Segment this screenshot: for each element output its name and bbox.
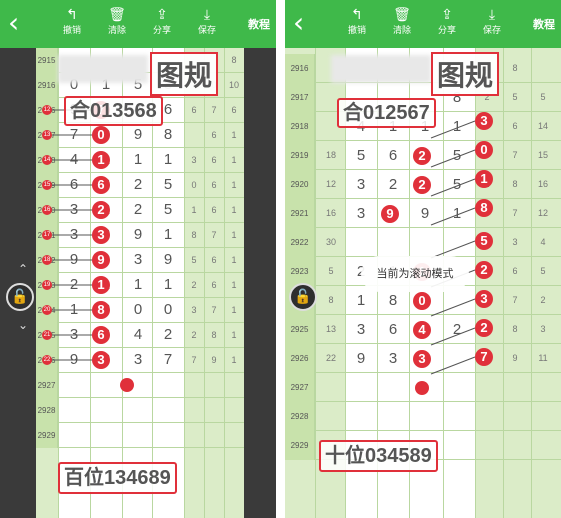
lock-icon[interactable]: 🔓 [6,283,34,311]
title-label: 图规 [150,52,219,96]
highlighted-digit[interactable]: 1 [475,170,493,188]
scroll-mode-toast: 当前为滚动模式 [361,256,469,292]
highlighted-digit[interactable]: 2 [475,319,493,337]
connector-line [430,120,476,139]
result-label: 百位134689 [58,462,177,494]
highlighted-digit[interactable]: 3 [475,112,493,130]
save-button[interactable]: ⤓ 保存 [190,6,224,42]
clear-button[interactable]: 🗑 清除 [100,6,134,42]
highlighted-digit[interactable]: 6 [92,176,110,194]
trash-icon: 🗑 [108,7,126,23]
share-button[interactable]: ⇪ 分享 [430,6,464,42]
highlighted-digit[interactable]: 0 [475,141,493,159]
row-marker: 13 [42,130,52,140]
blurred-region [58,55,148,83]
undo-button[interactable]: ↰ 撤销 [340,6,374,42]
highlighted-digit[interactable]: 9 [92,251,110,269]
target-dot[interactable] [120,378,134,392]
title-label: 图规 [431,52,500,96]
undo-button[interactable]: ↰ 撤销 [55,6,89,42]
download-icon: ⤓ [488,7,496,23]
sum-label: 合012567 [337,98,436,128]
highlighted-digit[interactable]: 3 [413,350,431,368]
connector-line [430,327,476,346]
row-marker: 18 [42,255,52,265]
right-gutter [244,48,276,518]
highlighted-digit[interactable]: 8 [475,199,493,217]
connector-line [430,178,476,197]
highlighted-digit[interactable]: 2 [413,147,431,165]
course-button[interactable]: 教程 [533,16,555,32]
course-button[interactable]: 教程 [248,16,270,32]
row-marker: 12 [42,105,52,115]
sum-label: 合013568 [64,96,163,126]
share-icon: ⇪ [441,7,453,23]
row-marker: 16 [42,205,52,215]
lock-icon[interactable]: 🔓 [289,283,317,311]
highlighted-digit[interactable]: 5 [475,232,493,250]
undo-icon: ↰ [66,7,78,23]
share-icon: ⇪ [156,7,168,23]
toolbar: ‹ ↰ 撤销 🗑 清除 ⇪ 分享 ⤓ 保存 教程 [285,0,561,48]
row-marker: 22 [42,355,52,365]
target-dot[interactable] [415,381,429,395]
highlighted-digit[interactable]: 3 [475,290,493,308]
undo-icon: ↰ [351,7,363,23]
save-button[interactable]: ⤓ 保存 [475,6,509,42]
chevron-down-icon: ⌄ [18,318,29,332]
download-icon: ⤓ [203,7,211,23]
clear-button[interactable]: 🗑 清除 [385,6,419,42]
row-marker: 17 [42,230,52,240]
row-marker: 21 [42,330,52,340]
row-marker: 14 [42,155,52,165]
trash-icon: 🗑 [393,7,411,23]
highlighted-digit[interactable]: 2 [475,261,493,279]
connector-line [430,356,476,375]
share-button[interactable]: ⇪ 分享 [145,6,179,42]
back-icon[interactable]: ‹ [293,9,315,37]
row-marker: 15 [42,180,52,190]
highlighted-digit[interactable]: 2 [413,176,431,194]
highlighted-digit[interactable]: 7 [475,348,493,366]
result-label: 十位034589 [319,440,438,472]
connector-line [430,149,476,168]
highlighted-digit[interactable]: 1 [92,151,110,169]
toolbar: ‹ ↰ 撤销 🗑 清除 ⇪ 分享 ⤓ 保存 教程 [0,0,276,48]
blurred-region [331,55,431,83]
highlighted-digit[interactable]: 4 [413,321,431,339]
chevron-up-icon: ⌃ [18,262,29,276]
highlighted-digit[interactable]: 9 [381,205,399,223]
right-phone-screen: ‹ ↰撤销 🗑清除 ⇪分享 ⤓保存 教程 2916382917825529184… [285,0,561,518]
back-icon[interactable]: ‹ [8,9,30,37]
highlighted-digit[interactable]: 3 [92,351,110,369]
highlighted-digit[interactable]: 1 [92,276,110,294]
highlighted-digit[interactable]: 3 [92,226,110,244]
connector-line [430,207,476,226]
highlighted-digit[interactable]: 6 [92,326,110,344]
highlighted-digit[interactable]: 0 [413,292,431,310]
highlighted-digit[interactable]: 2 [92,201,110,219]
highlighted-digit[interactable]: 8 [92,301,110,319]
left-phone-screen: ‹ ↰撤销 🗑清除 ⇪分享 ⤓保存 教程 2915811291601587010… [0,0,276,518]
highlighted-digit[interactable]: 0 [92,126,110,144]
row-marker: 20 [42,305,52,315]
row-marker: 19 [42,280,52,290]
connector-line [430,298,476,317]
